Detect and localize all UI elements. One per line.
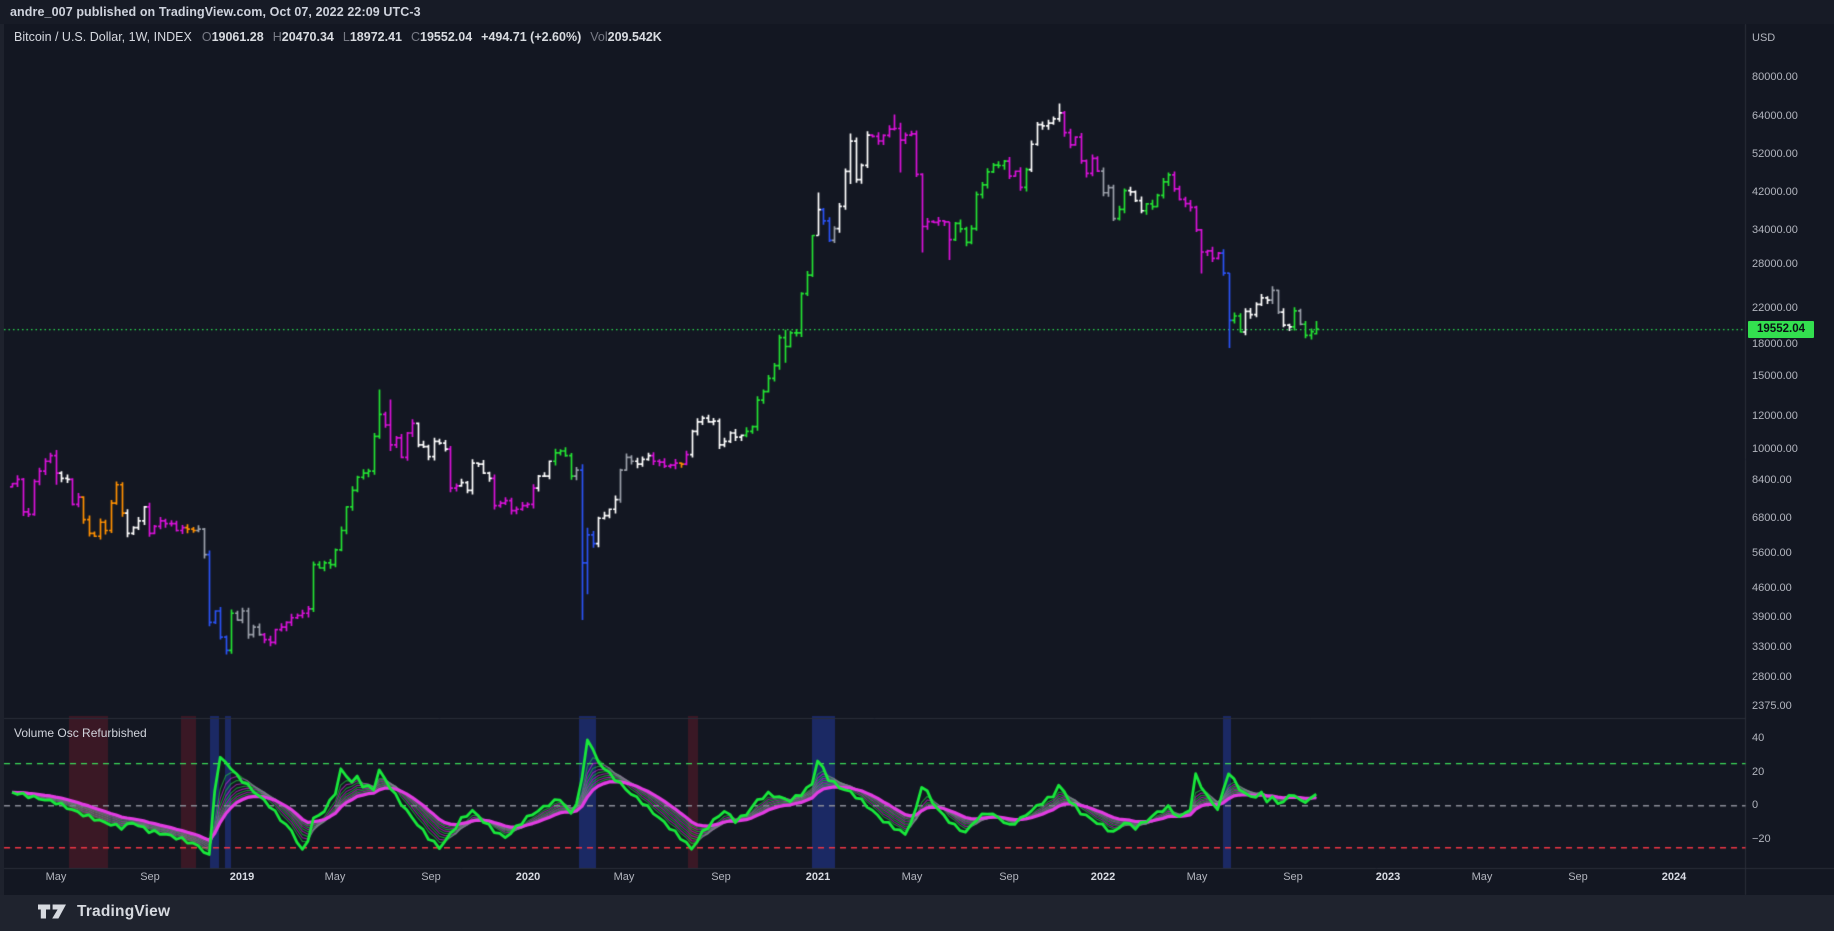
- publish-header: andre_007 published on TradingView.com, …: [0, 0, 1834, 24]
- price-chart-canvas[interactable]: [0, 0, 1834, 931]
- published-chart-page: andre_007 published on TradingView.com, …: [0, 0, 1834, 931]
- footer-bar: TradingView: [0, 895, 1834, 931]
- tradingview-logo-icon: [38, 902, 68, 921]
- tradingview-brand[interactable]: TradingView: [38, 902, 170, 921]
- tradingview-brand-label: TradingView: [77, 902, 171, 920]
- publish-info-text: andre_007 published on TradingView.com, …: [10, 5, 421, 19]
